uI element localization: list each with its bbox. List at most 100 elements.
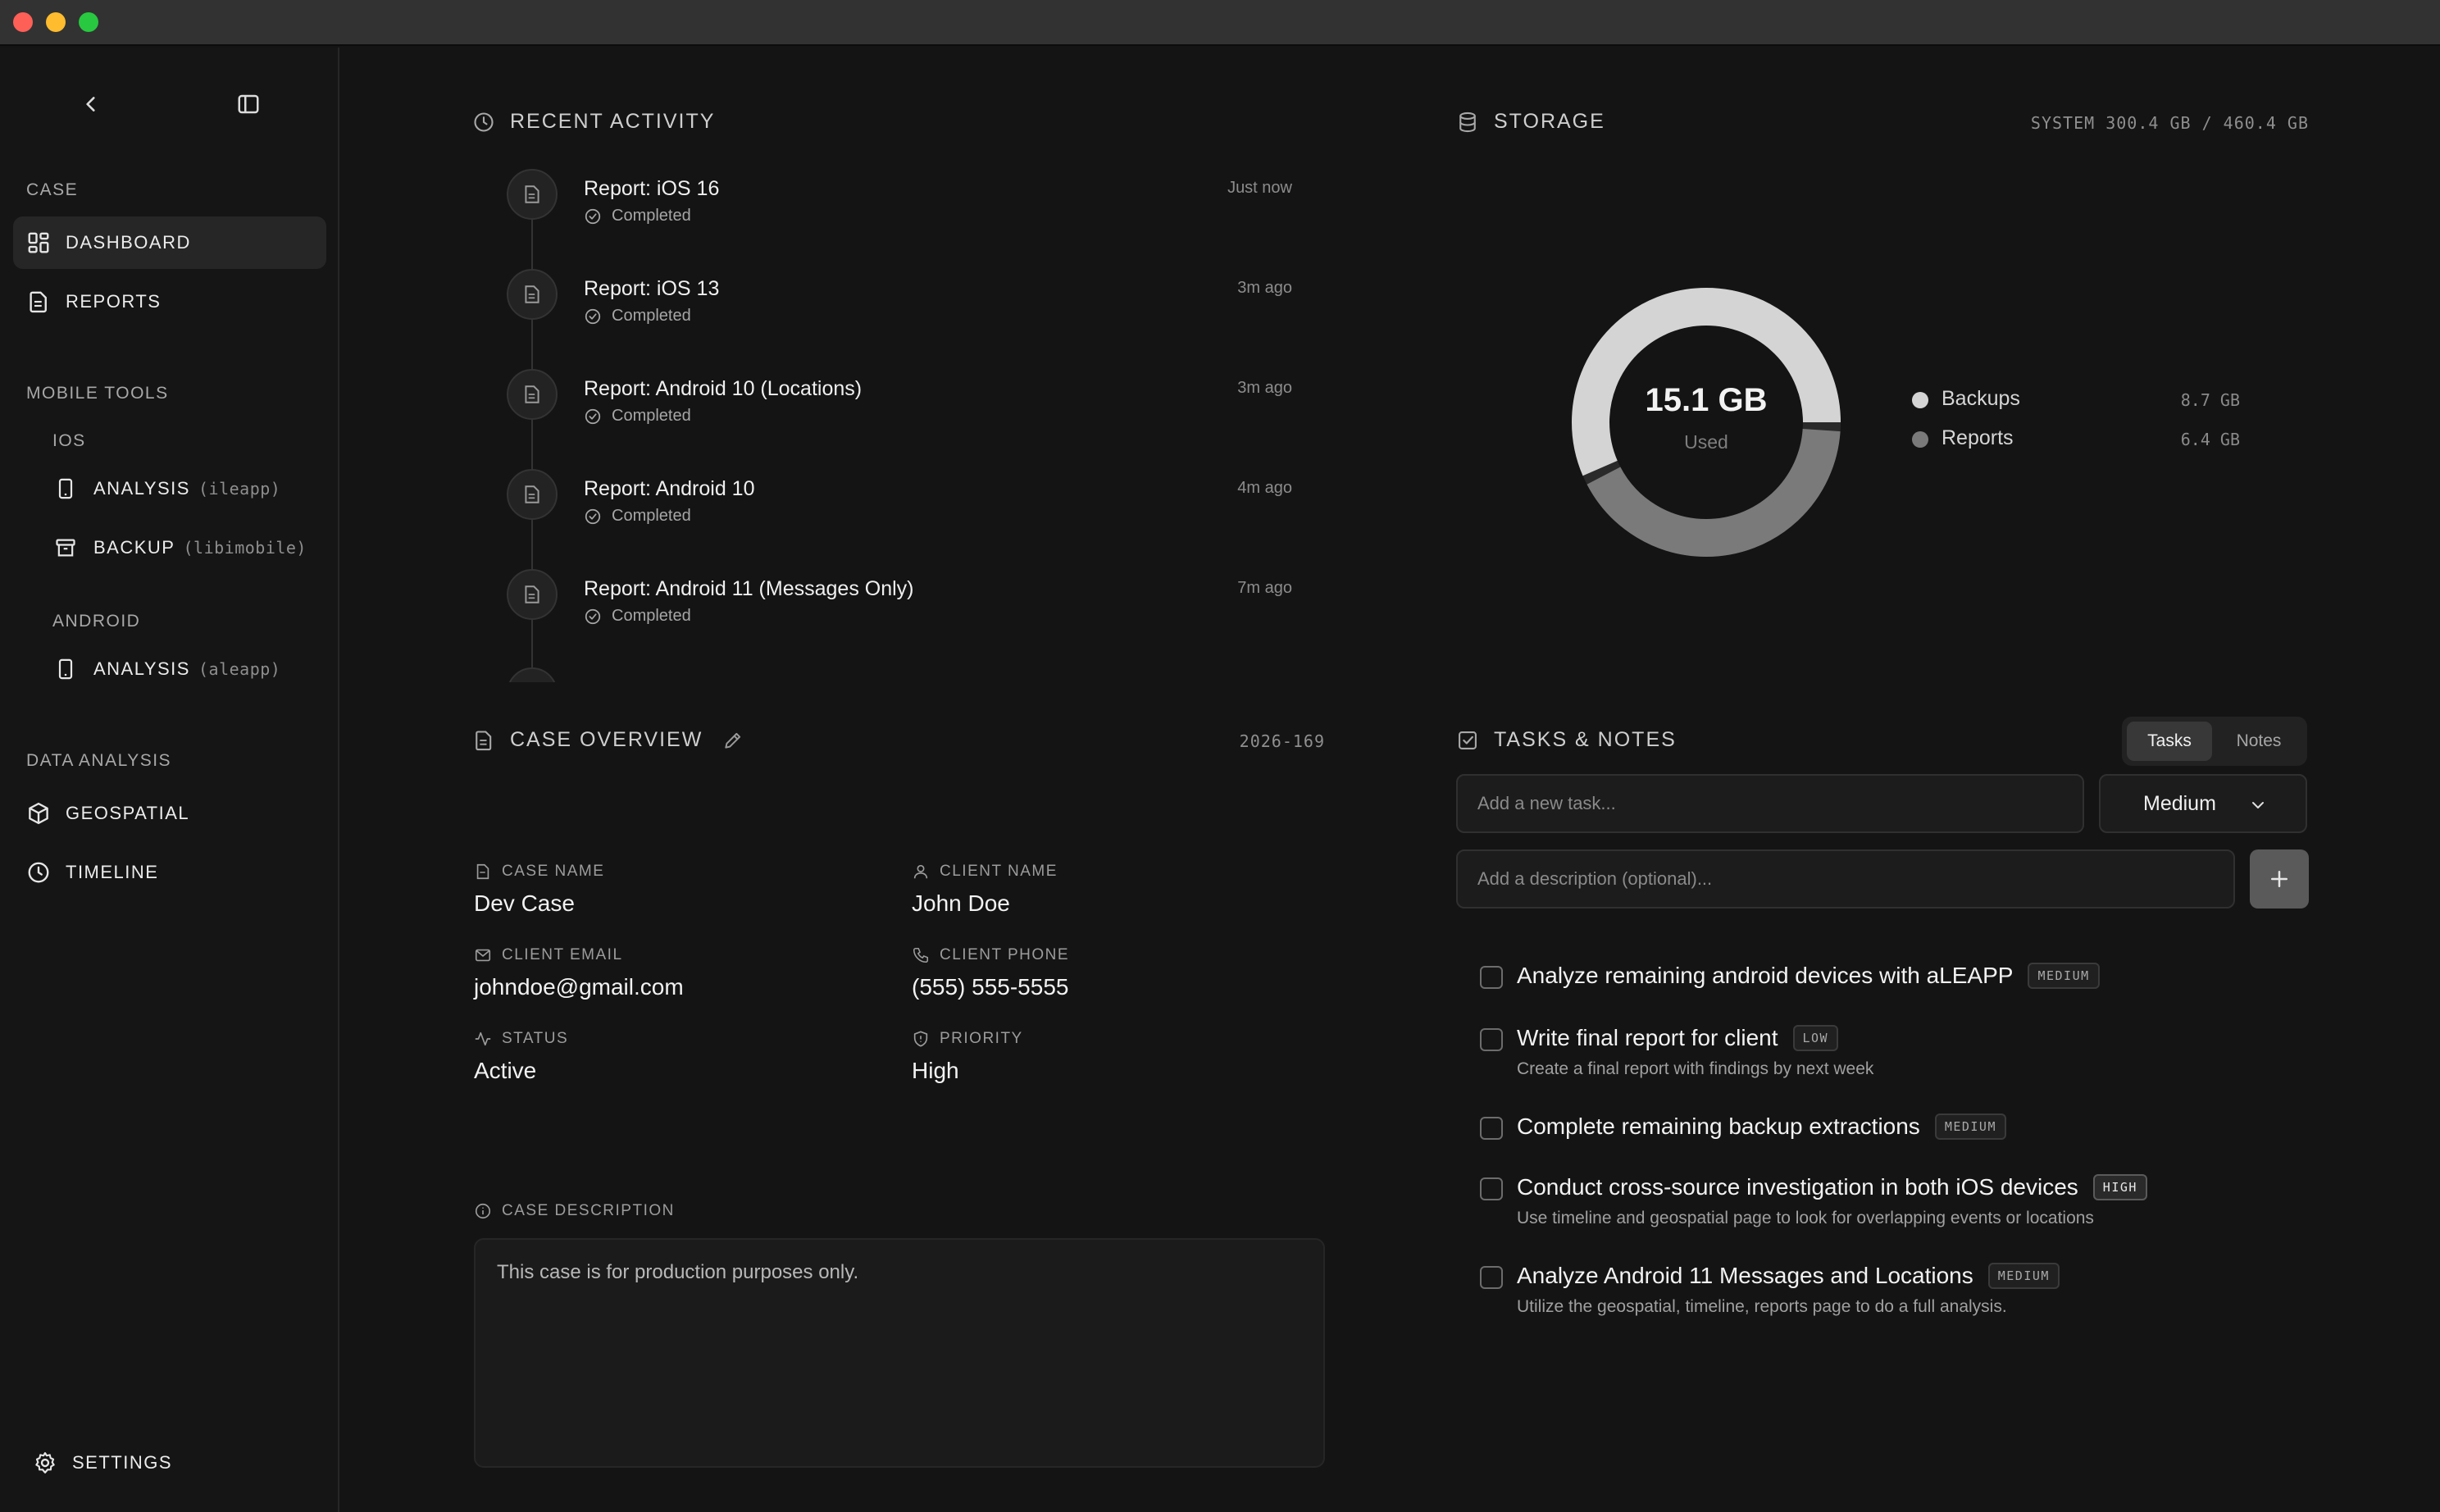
sidebar-item-ios-backup[interactable]: BACKUP (libimobile) [52,521,326,574]
activity-node [507,369,558,420]
case-name-label: CASE NAME [474,863,604,881]
activity-time: Just now [1227,179,1292,197]
storage-used-value: 15.1 GB [1645,382,1768,418]
storage-heading: STORAGE [1456,110,1605,134]
activity-status-text: Completed [612,207,691,225]
sidebar-item-android-analysis[interactable]: ANALYSIS (aleapp) [52,643,326,695]
priority-select[interactable]: Medium [2099,774,2307,833]
client-name-value: John Doe [912,890,1010,916]
task-item[interactable]: Write final report for client LOW [1517,1025,1839,1051]
section-ios: IOS [52,431,86,450]
storage-used-label: Used [1684,431,1728,453]
case-description-label: CASE DESCRIPTION [474,1202,675,1220]
check-circle-icon [585,208,601,224]
activity-node [507,169,558,220]
check-circle-icon [585,308,601,324]
field-label-text: PRIORITY [940,1030,1023,1047]
task-title: Complete remaining backup extractions [1517,1114,1920,1139]
task-title: Analyze Android 11 Messages and Location… [1517,1263,1973,1288]
sidebar-item-label: ANALYSIS [93,658,190,679]
new-task-input[interactable] [1456,774,2084,833]
client-phone-value: (555) 555-5555 [912,974,1069,1000]
cube-icon [29,802,48,825]
activity-time: 3m ago [1237,279,1292,297]
user-icon [913,864,928,879]
task-description: Create a final report with findings by n… [1517,1059,1874,1078]
sidebar-item-label: GEOSPATIAL [66,803,190,823]
activity-title[interactable]: Report: Android 10 [584,477,754,501]
close-window-button[interactable] [13,12,33,32]
sidebar-item-settings[interactable]: SETTINGS [26,1437,326,1489]
task-item[interactable]: Complete remaining backup extractions MED… [1517,1114,2006,1140]
activity-title[interactable]: Report: iOS 16 [584,177,719,201]
sidebar-item-timeline[interactable]: TIMELINE [13,846,326,899]
window-titlebar [0,0,2440,46]
gear-icon [35,1452,55,1473]
sidebar-item-label: TIMELINE [66,862,159,882]
task-checkbox[interactable] [1480,1117,1503,1140]
task-checkbox[interactable] [1480,1266,1503,1289]
sidebar: CASE DASHBOARD REPORTS MOBILE TOOLS IOS … [0,48,339,1512]
sidebar-item-label: REPORTS [66,291,162,312]
document-icon [525,285,539,303]
section-case: CASE [26,180,79,199]
task-description: Utilize the geospatial, timeline, report… [1517,1297,2007,1316]
activity-title[interactable]: Report: Android 10 (Locations) [584,377,862,401]
task-title: Write final report for client [1517,1025,1778,1050]
sidebar-item-reports[interactable]: REPORTS [13,276,326,328]
activity-title[interactable]: Report: Android 11 (Messages Only) [584,577,914,601]
task-checkbox[interactable] [1480,1177,1503,1200]
task-checkbox[interactable] [1480,966,1503,989]
activity-status-text: Completed [612,507,691,525]
tab-tasks[interactable]: Tasks [2127,722,2212,761]
task-checkbox[interactable] [1480,1028,1503,1051]
activity-node [507,469,558,520]
activity-time: 7m ago [1237,579,1292,597]
sidebar-toggle-icon[interactable] [236,92,261,116]
case-description-box[interactable]: This case is for production purposes onl… [474,1238,1325,1468]
activity-status-text: Completed [612,407,691,425]
mail-icon [475,949,491,962]
priority-select-value: Medium [2143,791,2216,815]
zoom-window-button[interactable] [79,12,98,32]
activity-title[interactable]: Report: iOS 13 [584,277,719,301]
recent-activity-title: RECENT ACTIVITY [510,110,716,133]
phone-handset-icon [913,947,929,963]
task-title: Analyze remaining android devices with a… [1517,963,2014,988]
sidebar-item-dashboard[interactable]: DASHBOARD [13,216,326,269]
phone-icon [58,658,73,680]
task-item[interactable]: Conduct cross-source investigation in bo… [1517,1174,2147,1200]
edit-pencil-icon[interactable] [722,730,744,751]
task-description-input[interactable] [1456,849,2235,909]
case-id: 2026-169 [1239,731,1325,751]
task-item[interactable]: Analyze Android 11 Messages and Location… [1517,1263,2060,1289]
activity-time: 3m ago [1237,379,1292,397]
client-name-label: CLIENT NAME [912,863,1058,881]
field-label-text: CASE DESCRIPTION [502,1202,675,1219]
sidebar-item-geospatial[interactable]: GEOSPATIAL [13,787,326,840]
info-icon [475,1203,491,1219]
add-task-button[interactable] [2250,849,2309,909]
sidebar-item-ios-analysis[interactable]: ANALYSIS (ileapp) [52,462,326,515]
activity-status: Completed [584,307,691,326]
activity-node [507,569,558,620]
storage-donut-chart [1572,288,1841,557]
legend-dot [1912,392,1928,408]
phone-icon [58,478,73,499]
shield-icon [913,1031,928,1047]
legend-dot [1912,431,1928,448]
field-label-text: CASE NAME [502,863,605,880]
minimize-window-button[interactable] [46,12,66,32]
priority-label: PRIORITY [912,1030,1023,1048]
document-icon [525,185,539,203]
document-icon [30,291,47,313]
sidebar-item-label: ANALYSIS [93,478,190,499]
tab-notes[interactable]: Notes [2215,722,2302,761]
back-chevron-icon[interactable] [80,93,102,115]
activity-status: Completed [584,507,691,526]
task-item[interactable]: Analyze remaining android devices with a… [1517,963,2100,989]
document-icon [525,485,539,503]
sidebar-item-sublabel: (aleapp) [198,659,281,679]
client-phone-label: CLIENT PHONE [912,946,1069,964]
activity-status: Completed [584,407,691,426]
